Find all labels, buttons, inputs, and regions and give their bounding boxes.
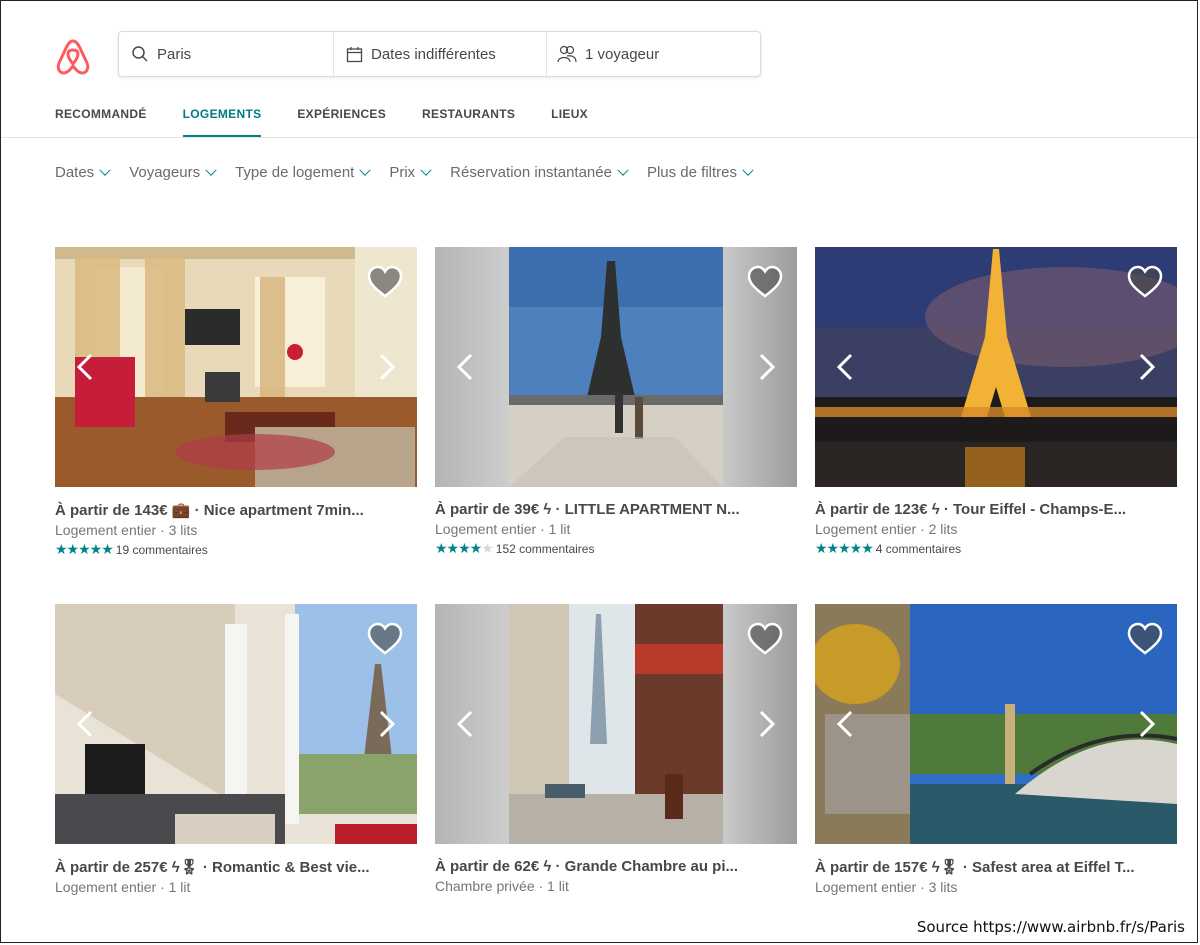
page-frame: Paris Dates indifférentes 1 voyageur REC… — [0, 0, 1198, 943]
chevron-down-icon — [617, 164, 629, 176]
listing-image — [55, 247, 417, 487]
listing-subtitle: Logement entier · 2 lits — [815, 521, 958, 537]
next-photo-icon[interactable] — [755, 708, 777, 740]
prev-photo-icon[interactable] — [455, 351, 477, 383]
chevron-down-icon — [359, 164, 371, 176]
chevron-down-icon — [99, 164, 111, 176]
listing-card[interactable]: À partir de 123€ ϟ · Tour Eiffel - Champ… — [815, 247, 1177, 557]
listing-subtitle: Logement entier · 3 lits — [55, 522, 198, 538]
heart-icon[interactable] — [367, 265, 403, 299]
listing-card[interactable]: À partir de 257€ ϟ🎖 · Romantic & Best vi… — [55, 604, 417, 895]
listing-photo[interactable] — [55, 604, 417, 844]
guests-icon — [557, 45, 577, 63]
prev-photo-icon[interactable] — [835, 351, 857, 383]
listing-card[interactable]: À partir de 157€ ϟ🎖 · Safest area at Eif… — [815, 604, 1177, 895]
listing-title: À partir de 39€ ϟ · LITTLE APARTMENT N..… — [435, 501, 740, 518]
listing-rating: ★★★★★ 19 commentaires — [55, 541, 417, 558]
listing-rating: ★★★★★ 4 commentaires — [815, 540, 1177, 557]
filter-label: Plus de filtres — [646, 164, 737, 181]
filter-dates[interactable]: Dates — [55, 164, 111, 181]
filter-bar: Dates Voyageurs Type de logement Prix Ré… — [55, 164, 772, 181]
filter-type-logement[interactable]: Type de logement — [235, 164, 371, 181]
guests-value: 1 voyageur — [585, 45, 660, 63]
guests-field[interactable]: 1 voyageur — [546, 32, 760, 76]
filter-label: Prix — [389, 164, 416, 181]
heart-icon[interactable] — [367, 622, 403, 656]
tab-recommande[interactable]: RECOMMANDÉ — [55, 105, 147, 137]
listing-photo[interactable] — [435, 247, 797, 487]
filter-label: Réservation instantanée — [450, 164, 612, 181]
dates-field[interactable]: Dates indifférentes — [333, 32, 546, 76]
listing-image — [815, 604, 1177, 844]
next-photo-icon[interactable] — [1135, 351, 1157, 383]
tab-restaurants[interactable]: RESTAURANTS — [422, 105, 515, 137]
next-photo-icon[interactable] — [755, 351, 777, 383]
heart-icon[interactable] — [1127, 265, 1163, 299]
tab-experiences[interactable]: EXPÉRIENCES — [297, 105, 386, 137]
chevron-down-icon — [420, 164, 432, 176]
listing-title: À partir de 62€ ϟ · Grande Chambre au pi… — [435, 858, 739, 875]
listing-card[interactable]: À partir de 39€ ϟ · LITTLE APARTMENT N..… — [435, 247, 797, 557]
heart-icon[interactable] — [747, 622, 783, 656]
airbnb-logo-icon[interactable] — [55, 37, 91, 77]
tab-logements[interactable]: LOGEMENTS — [182, 105, 262, 137]
prev-photo-icon[interactable] — [455, 708, 477, 740]
tab-lieux[interactable]: LIEUX — [551, 105, 588, 137]
next-photo-icon[interactable] — [375, 708, 397, 740]
listing-photo[interactable] — [815, 247, 1177, 487]
review-count: 19 commentaires — [115, 542, 208, 557]
tabs-divider — [1, 137, 1197, 138]
star-rating-icon: ★★★★★ — [55, 541, 114, 557]
category-tabs: RECOMMANDÉ LOGEMENTS EXPÉRIENCES RESTAUR… — [55, 105, 624, 139]
star-rating-icon: ★★★★★ — [435, 540, 494, 556]
search-bar[interactable]: Paris Dates indifférentes 1 voyageur — [118, 31, 761, 77]
filter-reservation-instantanee[interactable]: Réservation instantanée — [450, 164, 629, 181]
listing-title: À partir de 143€ 💼 · Nice apartment 7min… — [55, 502, 364, 519]
review-count: 4 commentaires — [875, 541, 962, 556]
prev-photo-icon[interactable] — [835, 708, 857, 740]
filter-prix[interactable]: Prix — [389, 164, 432, 181]
filter-label: Type de logement — [235, 164, 355, 181]
chevron-down-icon — [742, 164, 754, 176]
next-photo-icon[interactable] — [375, 351, 397, 383]
prev-photo-icon[interactable] — [75, 351, 97, 383]
review-count: 152 commentaires — [495, 541, 595, 556]
location-field[interactable]: Paris — [119, 32, 333, 76]
star-rating-icon: ★★★★★ — [815, 540, 874, 556]
listing-image — [815, 247, 1177, 487]
filter-label: Voyageurs — [129, 164, 201, 181]
source-caption: Source https://www.airbnb.fr/s/Paris — [916, 918, 1185, 936]
prev-photo-icon[interactable] — [75, 708, 97, 740]
listing-photo[interactable] — [435, 604, 797, 844]
listing-rating: ★★★★★ 152 commentaires — [435, 540, 797, 557]
dates-value: Dates indifférentes — [371, 45, 496, 63]
next-photo-icon[interactable] — [1135, 708, 1157, 740]
filter-label: Dates — [55, 164, 95, 181]
listing-card[interactable]: À partir de 62€ ϟ · Grande Chambre au pi… — [435, 604, 797, 894]
listing-photo[interactable] — [55, 247, 417, 487]
chevron-down-icon — [205, 164, 217, 176]
listing-card[interactable]: À partir de 143€ 💼 · Nice apartment 7min… — [55, 247, 417, 558]
heart-icon[interactable] — [1127, 622, 1163, 656]
filter-plus[interactable]: Plus de filtres — [646, 164, 754, 181]
search-icon — [132, 46, 148, 62]
listing-title: À partir de 257€ ϟ🎖 · Romantic & Best vi… — [55, 859, 370, 876]
listing-image — [55, 604, 417, 844]
filter-voyageurs[interactable]: Voyageurs — [129, 164, 217, 181]
calendar-icon — [346, 46, 363, 62]
listing-title: À partir de 157€ ϟ🎖 · Safest area at Eif… — [815, 859, 1135, 876]
location-value: Paris — [157, 45, 192, 63]
listing-title: À partir de 123€ ϟ · Tour Eiffel - Champ… — [815, 501, 1127, 518]
heart-icon[interactable] — [747, 265, 783, 299]
listing-subtitle: Logement entier · 1 lit — [55, 879, 191, 895]
listing-subtitle: Logement entier · 1 lit — [435, 521, 571, 537]
listing-photo[interactable] — [815, 604, 1177, 844]
listing-subtitle: Logement entier · 3 lits — [815, 879, 958, 895]
listing-subtitle: Chambre privée · 1 lit — [435, 878, 569, 894]
